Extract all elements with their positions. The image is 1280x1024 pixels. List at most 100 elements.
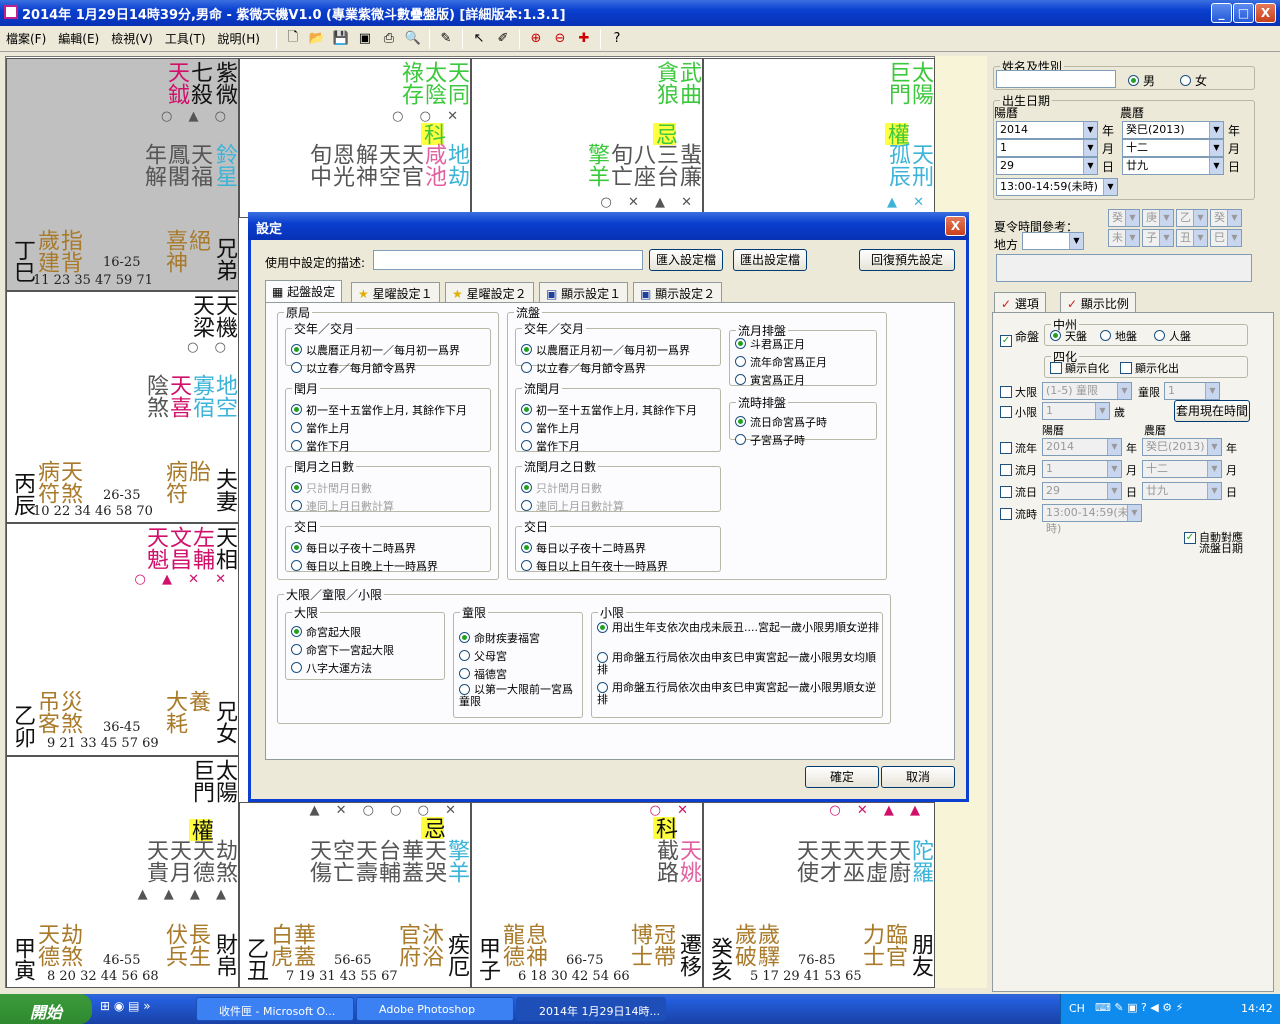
zihua-checkbox[interactable]: 顯示自化 [1050, 360, 1109, 376]
help-icon[interactable]: ? [607, 29, 627, 49]
place-select[interactable]: ▼ [1022, 232, 1084, 250]
ry1-radio[interactable]: 初一至十五當作上月, 其餘作下月 [291, 402, 467, 418]
jr2-radio[interactable]: 每日以上日晚上十一時爲界 [291, 558, 438, 574]
tx4-radio[interactable]: 以第一大限前一宮爲童限 [459, 684, 577, 708]
lunar-year-select[interactable]: 癸巳(2013) ▼ [1122, 121, 1224, 139]
tianpan-radio[interactable]: 天盤 [1050, 328, 1087, 344]
task-photoshop[interactable]: Adobe Photoshop [356, 997, 514, 1021]
huachu-checkbox[interactable]: 顯示化出 [1120, 360, 1179, 376]
xx3-radio[interactable]: 用命盤五行局依次由申亥巳申寅宮起一歲小限男順女逆排 [597, 682, 879, 706]
palace-chen[interactable]: 天機 天梁 ○ ○ 地空 寡宿 天喜 陰煞 丙辰 病符 天煞 病符 胎 夫妻 2… [6, 291, 239, 523]
dipan-radio[interactable]: 地盤 [1100, 328, 1137, 344]
palace-si[interactable]: 紫微 七殺 天鉞 ○ ▲ ○ 鈴星 天福 鳳閣 年解 丁巳 歲建 指背 喜神 絕… [6, 58, 239, 291]
palace-mao[interactable]: 天相 左輔 文昌 天魁 ○ ▲ ✕ ✕ 乙卯 吊客 災煞 大耗 養 兄女 36-… [6, 523, 239, 756]
ls2-radio[interactable]: 子宮爲子時 [735, 432, 805, 448]
xiaoxian-checkbox[interactable]: 小限 [1000, 404, 1037, 420]
liushi-checkbox[interactable]: 流時 [1000, 506, 1037, 522]
maximize-button[interactable]: □ [1233, 3, 1254, 23]
highlight-icon[interactable]: ✐ [493, 29, 513, 49]
ry3-radio[interactable]: 當作下月 [291, 438, 350, 454]
palace-wei[interactable]: 武曲 貪狼 忌 蜚廉 三台 八座 旬亡 擎羊 ○ ✕ ▲ ✕ [471, 58, 703, 218]
menu-file[interactable]: 檔案(F) [6, 30, 46, 47]
restore-defaults-button[interactable]: 回復預先設定 [859, 249, 955, 271]
fit-icon[interactable]: ✚ [574, 29, 594, 49]
dx1-radio[interactable]: 命宮起大限 [291, 624, 361, 640]
tab-options[interactable]: ✓ 選項 [994, 292, 1046, 312]
palace-hai[interactable]: ○ ✕ ▲ ▲ 陀羅 天廚 天虛 天巫 天才 天使 癸亥 歲破 歲驛 力士 臨官… [703, 802, 935, 988]
jn2-radio[interactable]: 以立春／每月節令爲界 [291, 360, 416, 376]
print-preview-icon[interactable]: 🔍 [403, 29, 423, 49]
palace-wu[interactable]: 天同 太陰 祿存 ○ ○ ✕ 科 地劫 咸池 天官 天空 解神 恩光 旬中 [239, 58, 471, 218]
minimize-button[interactable]: _ [1211, 3, 1232, 23]
open-icon[interactable]: 📂 [307, 29, 327, 49]
tx2-radio[interactable]: 父母宮 [459, 648, 507, 664]
liu-ry2-radio[interactable]: 當作上月 [521, 420, 580, 436]
liuyue-checkbox[interactable]: 流月 [1000, 462, 1037, 478]
solar-month-select[interactable]: 1 ▼ [996, 139, 1098, 157]
liu-jn2-radio[interactable]: 以立春／每月節令爲界 [521, 360, 646, 376]
tray-icons[interactable]: ⌨ ✎ ▣ ? ◀ ⚙ ⚡ [1095, 1001, 1183, 1014]
ly3-radio[interactable]: 寅宮爲正月 [735, 372, 805, 388]
male-radio[interactable]: 男 [1128, 72, 1155, 89]
birth-hour-select[interactable]: 13:00-14:59(未時) ▼ [996, 178, 1118, 196]
tx1-radio[interactable]: 命財疾妻福宮 [459, 630, 540, 646]
task-ziwei[interactable]: 2014年 1月29日14時... [516, 997, 666, 1021]
menu-edit[interactable]: 編輯(E) [58, 30, 99, 47]
dialog-close-button[interactable]: X [945, 216, 966, 236]
start-button[interactable]: 開始 [0, 994, 92, 1024]
zoom-out-icon[interactable]: ⊖ [550, 29, 570, 49]
name-input[interactable] [996, 70, 1116, 88]
pointer-icon[interactable]: ↖ [469, 29, 489, 49]
ok-button[interactable]: 確定 [805, 766, 879, 788]
jr1-radio[interactable]: 每日以子夜十二時爲界 [291, 540, 416, 556]
print-icon[interactable]: ⎙ [379, 29, 399, 49]
tab-stars1[interactable]: ★ 星曜設定１ [351, 282, 440, 302]
import-button[interactable]: 匯入設定檔 [649, 249, 723, 271]
tab-display1[interactable]: ▣ 顯示設定１ [539, 282, 629, 302]
jn1-radio[interactable]: 以農曆正月初一／每月初一爲界 [291, 342, 460, 358]
liu-ry3-radio[interactable]: 當作下月 [521, 438, 580, 454]
tab-zoom[interactable]: ✓ 顯示比例 [1060, 292, 1136, 312]
auto-date-checkbox[interactable]: ✓ 自動對應流盤日期 [1184, 532, 1250, 554]
ly2-radio[interactable]: 流年命宮爲正月 [735, 354, 827, 370]
liu-ry1-radio[interactable]: 初一至十五當作上月, 其餘作下月 [521, 402, 697, 418]
renpan-radio[interactable]: 人盤 [1154, 328, 1191, 344]
xx1-radio[interactable]: 用出生年支依次由戌未辰丑....宮起一歲小限男順女逆排 [597, 622, 879, 634]
palace-chou[interactable]: ▲ ✕ ○ ○ ○ ✕ 忌 擎羊 天哭 華蓋 台輔 天壽 空亡 天傷 乙丑 白虎… [239, 802, 471, 988]
menu-tools[interactable]: 工具(T) [165, 30, 206, 47]
new-icon[interactable]: 🗋 [283, 29, 303, 49]
lunar-month-select[interactable]: 十二 ▼ [1122, 139, 1224, 157]
xx2-radio[interactable]: 用命盤五行局依次由申亥巳申寅宮起一歲小限男女均順排 [597, 652, 879, 676]
liunian-checkbox[interactable]: 流年 [1000, 440, 1037, 456]
settings-icon[interactable]: ✎ [436, 29, 456, 49]
dx2-radio[interactable]: 命宮下一宮起大限 [291, 642, 394, 658]
use-now-button[interactable]: 套用現在時間 [1174, 400, 1250, 422]
solar-day-select[interactable]: 29 ▼ [996, 157, 1098, 175]
save-as-icon[interactable]: ▣ [355, 29, 375, 49]
save-icon[interactable]: 💾 [331, 29, 351, 49]
solar-year-select[interactable]: 2014 ▼ [996, 121, 1098, 139]
tab-qipan[interactable]: ▦ 起盤設定 [265, 280, 343, 302]
female-radio[interactable]: 女 [1180, 72, 1207, 89]
daxian-checkbox[interactable]: 大限 [1000, 384, 1037, 400]
lunar-day-select[interactable]: 廿九 ▼ [1122, 157, 1224, 175]
desc-input[interactable] [373, 250, 643, 270]
liuri-checkbox[interactable]: 流日 [1000, 484, 1037, 500]
tx3-radio[interactable]: 福德宮 [459, 666, 507, 682]
menu-help[interactable]: 說明(H) [218, 30, 260, 47]
task-outlook[interactable]: 收件匣 - Microsoft O... [196, 997, 354, 1021]
palace-shen[interactable]: 太陽 巨門 權 天刑 孤辰 ▲ ✕ [703, 58, 935, 218]
quicklaunch-icons[interactable]: ⊞ ◉ ▤ » [100, 999, 151, 1013]
palace-yin[interactable]: 太陽 巨門 權 劫煞 天德 天月 天貴 ▲ ▲ ▲ ▲ 甲寅 天德 劫煞 伏兵 … [6, 756, 239, 988]
menu-view[interactable]: 檢視(V) [111, 30, 153, 47]
tab-stars2[interactable]: ★ 星曜設定２ [445, 282, 534, 302]
export-button[interactable]: 匯出設定檔 [733, 249, 807, 271]
language-indicator[interactable]: CH [1069, 1002, 1085, 1015]
zoom-in-icon[interactable]: ⊕ [526, 29, 546, 49]
cancel-button[interactable]: 取消 [881, 766, 955, 788]
liu-jr2-radio[interactable]: 每日以上日午夜十一時爲界 [521, 558, 668, 574]
ls1-radio[interactable]: 流日命宮爲子時 [735, 414, 827, 430]
mingpan-checkbox[interactable]: ✓ 命盤 [1000, 328, 1039, 347]
tab-display2[interactable]: ▣ 顯示設定２ [633, 282, 723, 302]
close-button[interactable]: X [1255, 3, 1276, 23]
